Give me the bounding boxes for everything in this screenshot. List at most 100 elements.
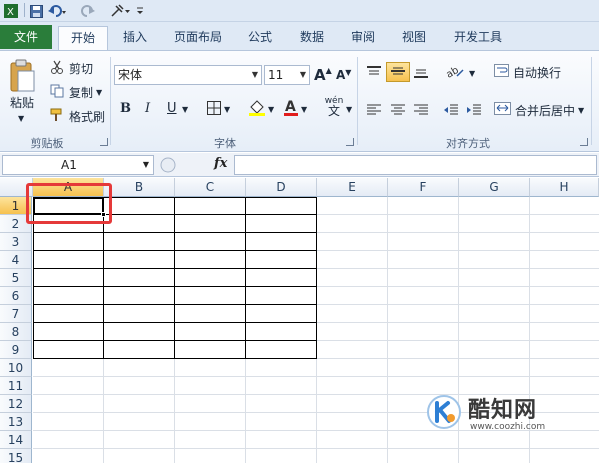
name-box-value: A1 — [61, 158, 77, 172]
column-header-c[interactable]: C — [175, 178, 246, 197]
font-size-combo[interactable]: 11 ▼ — [264, 65, 310, 85]
undo-icon[interactable] — [48, 3, 68, 19]
font-dialog-launcher[interactable] — [346, 138, 354, 146]
tab-developer[interactable]: 开发工具 — [446, 26, 510, 50]
svg-text:X: X — [7, 7, 14, 18]
border-dropdown-icon[interactable]: ▼ — [224, 105, 230, 114]
formula-input[interactable] — [234, 155, 597, 175]
align-middle-icon — [390, 64, 406, 81]
tab-review[interactable]: 审阅 — [343, 26, 383, 50]
align-center-button[interactable] — [390, 103, 406, 120]
row-header-11[interactable]: 11 — [0, 377, 32, 395]
underline-button[interactable]: U — [167, 101, 177, 116]
row-header-13[interactable]: 13 — [0, 413, 32, 431]
row-header-14[interactable]: 14 — [0, 431, 32, 449]
align-bottom-button[interactable] — [413, 65, 429, 82]
alignment-dialog-launcher[interactable] — [580, 138, 588, 146]
row-header-6[interactable]: 6 — [0, 287, 32, 305]
watermark-brand: 酷知网 — [468, 398, 538, 423]
font-name-combo[interactable]: 宋体 ▼ — [114, 65, 262, 85]
save-icon[interactable] — [29, 3, 43, 19]
name-box-dropdown-icon[interactable]: ▼ — [143, 156, 149, 174]
table-border — [33, 268, 317, 269]
align-bottom-icon — [413, 65, 429, 82]
table-border — [33, 232, 317, 233]
svg-text:A: A — [285, 99, 296, 115]
font-color-dropdown-icon[interactable]: ▼ — [301, 105, 307, 114]
phonetic-button[interactable]: wén 文 — [323, 96, 345, 120]
group-separator — [357, 57, 358, 145]
merge-dropdown-icon[interactable]: ▼ — [578, 106, 584, 115]
excel-app-icon[interactable]: X — [4, 3, 18, 19]
tab-page-layout[interactable]: 页面布局 — [167, 26, 229, 50]
merge-cells-icon — [494, 102, 512, 119]
gridline — [387, 197, 388, 463]
column-header-h[interactable]: H — [530, 178, 599, 197]
column-header-g[interactable]: G — [459, 178, 530, 197]
row-header-9[interactable]: 9 — [0, 341, 32, 359]
wrap-text-button[interactable]: 自动换行 — [494, 64, 561, 81]
phonetic-dropdown-icon[interactable]: ▼ — [346, 105, 352, 114]
row-header-4[interactable]: 4 — [0, 251, 32, 269]
merge-center-button[interactable]: 合并后居中 ▼ — [494, 102, 584, 119]
row-header-7[interactable]: 7 — [0, 305, 32, 323]
row-header-3[interactable]: 3 — [0, 233, 32, 251]
orientation-button[interactable]: ab ▼ — [444, 64, 475, 83]
redo-icon[interactable] — [80, 3, 100, 19]
formula-bar: A1 ▼ fx — [0, 153, 599, 177]
fill-color-button[interactable]: ▼ — [248, 100, 274, 119]
copy-button[interactable]: 复制 ▼ — [50, 83, 102, 101]
align-middle-button[interactable] — [386, 62, 410, 82]
qat-dropdown-icon[interactable] — [136, 3, 144, 19]
shrink-font-button[interactable]: A ▼ — [336, 68, 351, 82]
row-header-8[interactable]: 8 — [0, 323, 32, 341]
expand-circle-icon — [160, 157, 176, 176]
tab-formulas[interactable]: 公式 — [240, 26, 280, 50]
grow-font-button[interactable]: A ▲ — [314, 66, 332, 84]
group-separator — [110, 57, 111, 145]
italic-button[interactable]: I — [145, 101, 150, 116]
increase-indent-button[interactable] — [466, 103, 482, 120]
align-left-button[interactable] — [366, 103, 382, 120]
tab-data[interactable]: 数据 — [292, 26, 332, 50]
insert-function-button[interactable]: fx — [214, 156, 227, 171]
decrease-indent-button[interactable] — [443, 103, 459, 120]
bold-button[interactable]: B — [120, 101, 131, 116]
fill-color-dropdown-icon[interactable]: ▼ — [268, 105, 274, 114]
align-top-button[interactable] — [366, 65, 382, 82]
row-header-15[interactable]: 15 — [0, 449, 32, 463]
align-right-button[interactable] — [413, 103, 429, 120]
cut-button[interactable]: 剪切 — [50, 59, 93, 77]
tab-view[interactable]: 视图 — [394, 26, 434, 50]
tab-insert[interactable]: 插入 — [115, 26, 155, 50]
orientation-dropdown-icon[interactable]: ▼ — [469, 69, 475, 78]
row-header-12[interactable]: 12 — [0, 395, 32, 413]
row-header-5[interactable]: 5 — [0, 269, 32, 287]
customize-icon[interactable] — [110, 3, 132, 19]
column-header-b[interactable]: B — [104, 178, 175, 197]
watermark-url: www.coozhi.com — [470, 422, 546, 432]
column-header-e[interactable]: E — [317, 178, 388, 197]
watermark: 酷知网 www.coozhi.com — [426, 392, 586, 436]
column-header-f[interactable]: F — [388, 178, 459, 197]
format-painter-button[interactable]: 格式刷 — [50, 107, 105, 125]
gridline — [33, 376, 599, 377]
paste-button[interactable]: 粘贴 — [10, 94, 40, 110]
border-button[interactable]: ▼ — [207, 101, 230, 118]
font-name-dropdown-icon[interactable]: ▼ — [252, 66, 258, 84]
name-box[interactable]: A1 ▼ — [2, 155, 154, 175]
underline-dropdown-icon[interactable]: ▼ — [182, 105, 188, 114]
font-color-button[interactable]: A ▼ — [283, 99, 307, 120]
clipboard-dialog-launcher[interactable] — [100, 138, 108, 146]
column-header-d[interactable]: D — [246, 178, 317, 197]
copy-dropdown-icon[interactable]: ▼ — [96, 88, 102, 97]
table-border — [33, 250, 317, 251]
paste-icon[interactable] — [8, 57, 38, 97]
paste-dropdown-icon[interactable]: ▼ — [18, 113, 28, 123]
tab-file[interactable]: 文件 — [0, 25, 52, 49]
align-top-icon — [366, 65, 382, 82]
font-size-dropdown-icon[interactable]: ▼ — [300, 66, 306, 84]
row-header-10[interactable]: 10 — [0, 359, 32, 377]
tab-home[interactable]: 开始 — [58, 26, 108, 50]
paint-bucket-icon — [248, 100, 266, 119]
